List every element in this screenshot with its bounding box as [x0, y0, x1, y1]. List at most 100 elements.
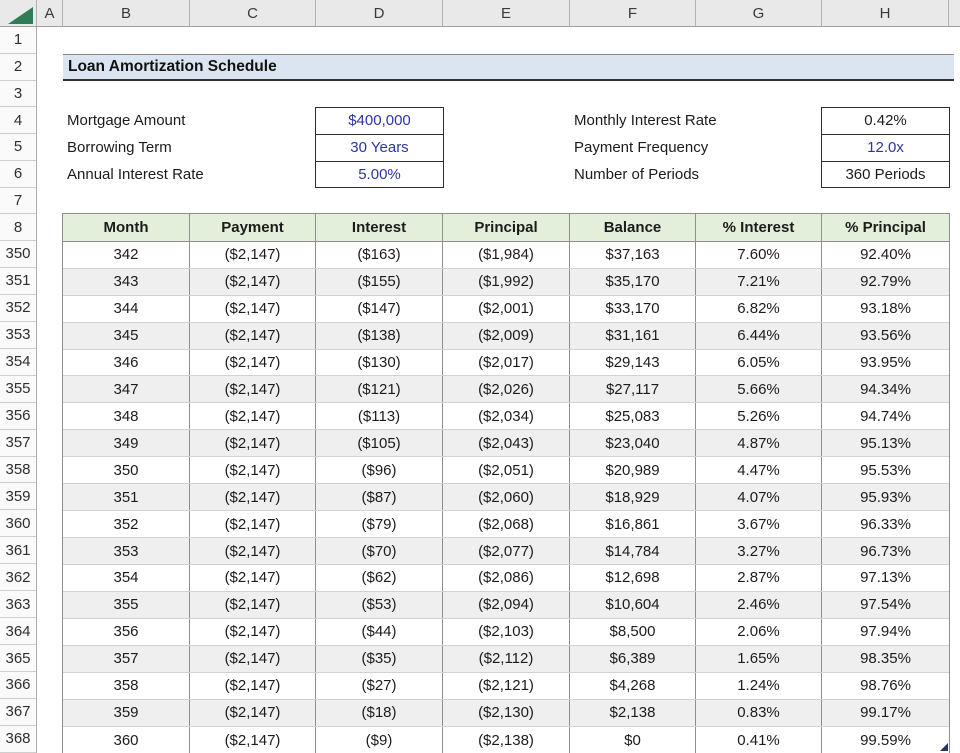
table-cell-payment[interactable]: ($2,147) — [190, 511, 316, 537]
column-header[interactable]: B — [63, 0, 190, 26]
table-cell-month[interactable]: 352 — [63, 511, 190, 537]
select-all-corner[interactable] — [0, 0, 37, 26]
row-header[interactable]: 358 — [0, 457, 36, 484]
table-cell-payment[interactable]: ($2,147) — [190, 565, 316, 591]
input-label-cell[interactable]: Payment Frequency — [570, 134, 820, 161]
table-cell-pct-principal[interactable]: 94.34% — [822, 376, 949, 402]
row-header[interactable]: 353 — [0, 322, 36, 349]
title-cell[interactable]: Loan Amortization Schedule — [63, 54, 954, 81]
row-header[interactable]: 8 — [0, 214, 36, 241]
table-cell-balance[interactable]: $6,389 — [570, 646, 696, 672]
table-cell-principal[interactable]: ($2,130) — [443, 700, 570, 726]
input-value-cell[interactable]: 12.0x — [822, 134, 949, 161]
table-cell-interest[interactable]: ($130) — [316, 350, 443, 376]
table-cell-pct-principal[interactable]: 93.56% — [822, 323, 949, 349]
input-label-cell[interactable]: Monthly Interest Rate — [570, 107, 820, 134]
table-cell-balance[interactable]: $16,861 — [570, 511, 696, 537]
row-header[interactable]: 1 — [0, 27, 36, 54]
table-cell-interest[interactable]: ($9) — [316, 727, 443, 753]
column-header[interactable]: G — [696, 0, 822, 26]
table-cell-pct-interest[interactable]: 3.27% — [696, 538, 822, 564]
table-cell-balance[interactable]: $29,143 — [570, 350, 696, 376]
table-cell-interest[interactable]: ($155) — [316, 269, 443, 295]
table-cell-payment[interactable]: ($2,147) — [190, 673, 316, 699]
table-cell-payment[interactable]: ($2,147) — [190, 619, 316, 645]
table-cell-month[interactable]: 355 — [63, 592, 190, 618]
row-header[interactable]: 355 — [0, 376, 36, 403]
table-cell-month[interactable]: 360 — [63, 727, 190, 753]
column-header[interactable]: F — [570, 0, 696, 26]
table-cell-pct-interest[interactable]: 6.44% — [696, 323, 822, 349]
table-cell-pct-principal[interactable]: 93.18% — [822, 296, 949, 322]
table-cell-interest[interactable]: ($87) — [316, 484, 443, 510]
table-cell-principal[interactable]: ($1,992) — [443, 269, 570, 295]
row-header[interactable]: 363 — [0, 591, 36, 618]
table-cell-pct-principal[interactable]: 98.76% — [822, 673, 949, 699]
table-cell-pct-interest[interactable]: 4.87% — [696, 430, 822, 456]
table-header-cell[interactable]: Balance — [570, 214, 696, 241]
table-cell-principal[interactable]: ($2,009) — [443, 323, 570, 349]
table-cell-pct-interest[interactable]: 6.05% — [696, 350, 822, 376]
table-cell-month[interactable]: 354 — [63, 565, 190, 591]
input-value-cell[interactable]: 0.42% — [822, 108, 949, 135]
table-cell-pct-principal[interactable]: 95.13% — [822, 430, 949, 456]
table-cell-balance[interactable]: $2,138 — [570, 700, 696, 726]
table-header-cell[interactable]: Principal — [443, 214, 570, 241]
table-header-cell[interactable]: Payment — [190, 214, 316, 241]
row-header[interactable]: 4 — [0, 107, 36, 134]
table-cell-principal[interactable]: ($2,034) — [443, 403, 570, 429]
table-cell-interest[interactable]: ($79) — [316, 511, 443, 537]
column-header[interactable]: A — [37, 0, 63, 26]
table-cell-pct-interest[interactable]: 7.21% — [696, 269, 822, 295]
table-cell-pct-principal[interactable]: 96.73% — [822, 538, 949, 564]
row-header[interactable]: 361 — [0, 537, 36, 564]
table-cell-pct-principal[interactable]: 95.93% — [822, 484, 949, 510]
row-header[interactable]: 5 — [0, 134, 36, 161]
table-cell-principal[interactable]: ($2,138) — [443, 727, 570, 753]
table-cell-pct-principal[interactable]: 97.54% — [822, 592, 949, 618]
row-header[interactable]: 6 — [0, 161, 36, 188]
table-cell-interest[interactable]: ($44) — [316, 619, 443, 645]
input-label-cell[interactable]: Annual Interest Rate — [63, 161, 313, 188]
table-cell-balance[interactable]: $33,170 — [570, 296, 696, 322]
column-header[interactable]: H — [822, 0, 949, 26]
table-cell-payment[interactable]: ($2,147) — [190, 350, 316, 376]
table-cell-interest[interactable]: ($27) — [316, 673, 443, 699]
table-cell-pct-principal[interactable]: 99.17% — [822, 700, 949, 726]
table-cell-interest[interactable]: ($96) — [316, 457, 443, 483]
row-header[interactable]: 366 — [0, 672, 36, 699]
table-cell-payment[interactable]: ($2,147) — [190, 403, 316, 429]
table-cell-interest[interactable]: ($35) — [316, 646, 443, 672]
table-cell-principal[interactable]: ($2,103) — [443, 619, 570, 645]
table-cell-month[interactable]: 343 — [63, 269, 190, 295]
row-header[interactable]: 352 — [0, 295, 36, 322]
table-cell-payment[interactable]: ($2,147) — [190, 646, 316, 672]
table-cell-principal[interactable]: ($2,121) — [443, 673, 570, 699]
table-cell-interest[interactable]: ($70) — [316, 538, 443, 564]
table-cell-principal[interactable]: ($2,001) — [443, 296, 570, 322]
table-cell-principal[interactable]: ($2,086) — [443, 565, 570, 591]
table-cell-pct-interest[interactable]: 4.47% — [696, 457, 822, 483]
row-header[interactable]: 354 — [0, 349, 36, 376]
row-header[interactable]: 368 — [0, 726, 36, 753]
table-cell-pct-principal[interactable]: 96.33% — [822, 511, 949, 537]
table-cell-payment[interactable]: ($2,147) — [190, 457, 316, 483]
input-value-cell[interactable]: 360 Periods — [822, 161, 949, 188]
table-cell-pct-interest[interactable]: 1.65% — [696, 646, 822, 672]
table-cell-principal[interactable]: ($2,026) — [443, 376, 570, 402]
table-cell-month[interactable]: 350 — [63, 457, 190, 483]
table-cell-pct-interest[interactable]: 2.46% — [696, 592, 822, 618]
table-cell-interest[interactable]: ($147) — [316, 296, 443, 322]
row-header[interactable]: 351 — [0, 268, 36, 295]
row-header[interactable]: 3 — [0, 81, 36, 108]
table-cell-balance[interactable]: $20,989 — [570, 457, 696, 483]
table-cell-interest[interactable]: ($53) — [316, 592, 443, 618]
table-cell-pct-interest[interactable]: 0.83% — [696, 700, 822, 726]
table-cell-month[interactable]: 345 — [63, 323, 190, 349]
table-cell-pct-principal[interactable]: 92.40% — [822, 242, 949, 268]
row-header[interactable]: 365 — [0, 645, 36, 672]
table-cell-pct-principal[interactable]: 94.74% — [822, 403, 949, 429]
input-label-cell[interactable]: Number of Periods — [570, 161, 820, 188]
table-cell-pct-principal[interactable]: 93.95% — [822, 350, 949, 376]
table-cell-pct-principal[interactable]: 97.94% — [822, 619, 949, 645]
